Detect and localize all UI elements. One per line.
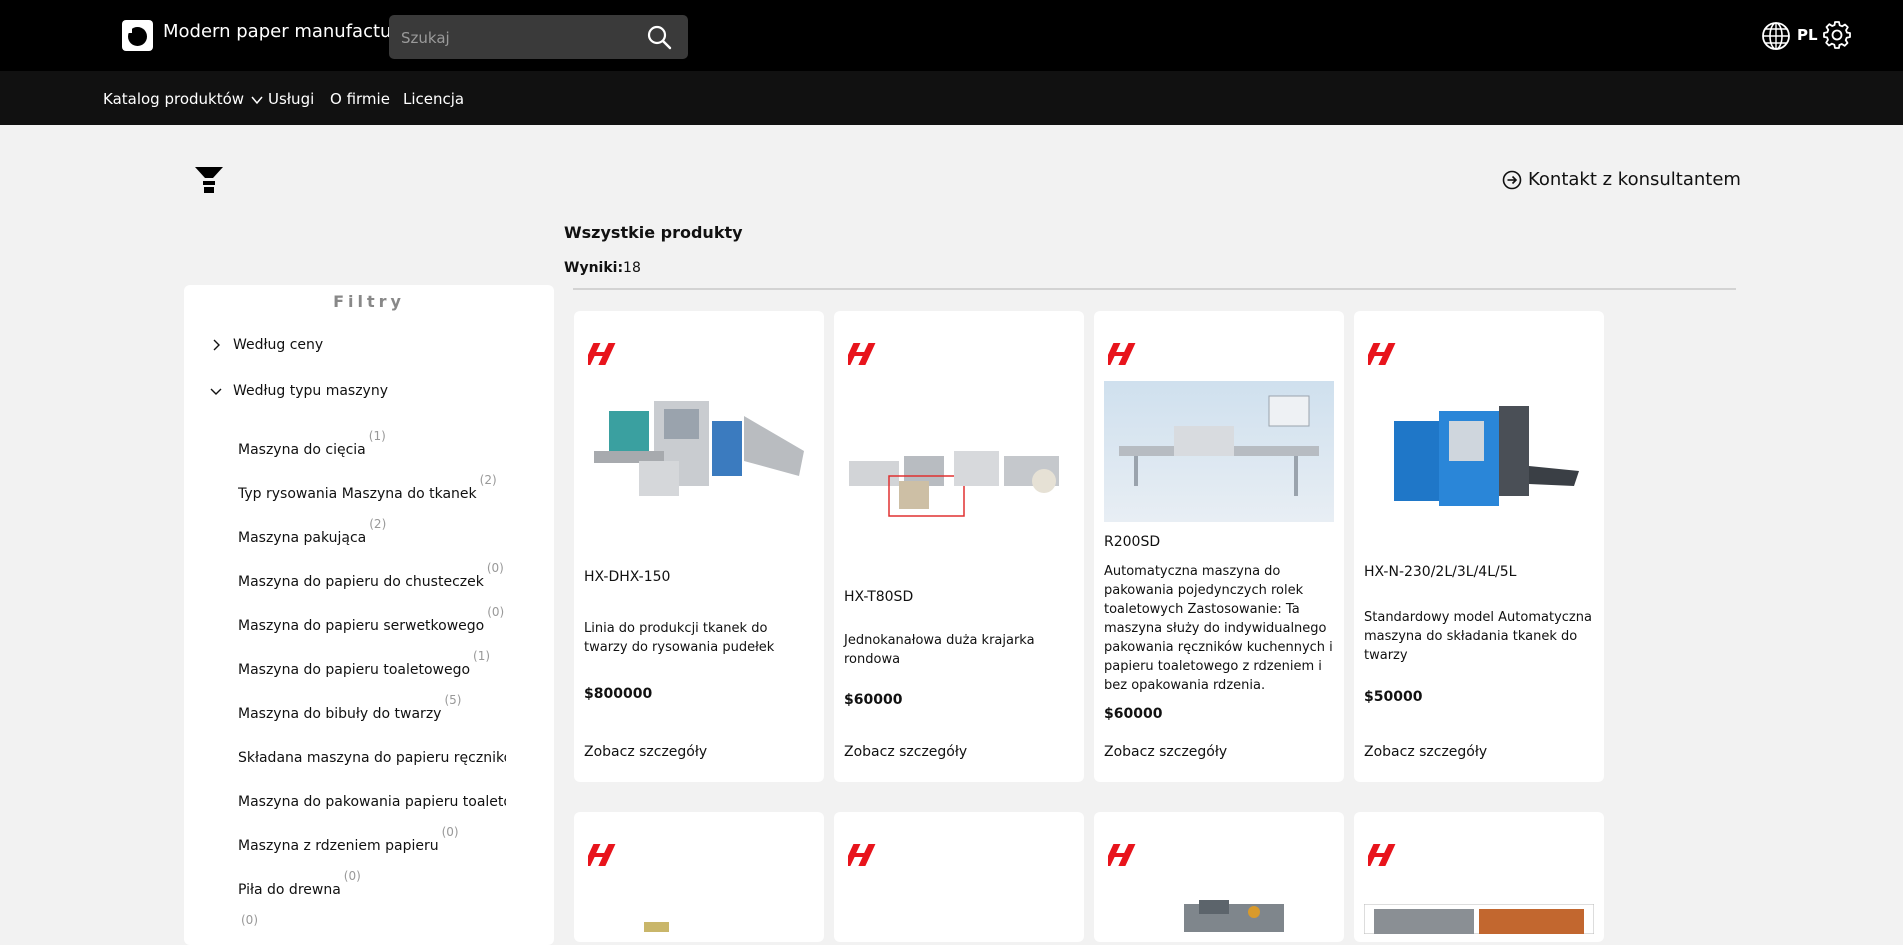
product-price: $60000 — [844, 692, 903, 708]
product-image — [584, 381, 814, 511]
filter-option[interactable]: Piła do drewna(0) — [238, 869, 361, 898]
brand-name[interactable]: Modern paper manufacture — [163, 21, 410, 42]
filter-funnel-icon[interactable] — [194, 166, 224, 194]
product-card[interactable] — [1354, 812, 1604, 942]
filter-group-machine-type[interactable]: Według typu maszyny — [209, 383, 388, 399]
product-description: Automatyczna maszyna do pakowania pojedy… — [1104, 564, 1333, 693]
product-description: Linia do produkcji tkanek do twarzy do r… — [584, 621, 775, 655]
filter-option[interactable]: Maszyna do cięcia(1) — [238, 429, 386, 458]
globe-icon[interactable] — [1760, 20, 1792, 52]
brand-mark-icon — [1368, 844, 1396, 866]
product-price: $800000 — [584, 686, 653, 702]
product-image — [1104, 381, 1334, 522]
search-icon[interactable] — [646, 24, 672, 50]
view-details-link[interactable]: Zobacz szczegóły — [584, 744, 707, 760]
nav-item-catalog[interactable]: Katalog produktów — [103, 90, 263, 108]
product-card[interactable]: HX-T80SD Jednokanałowa duża krajarka ron… — [834, 311, 1084, 782]
language-code[interactable]: PL — [1797, 26, 1818, 44]
gear-icon[interactable] — [1822, 20, 1852, 50]
chevron-right-icon — [213, 339, 220, 351]
filter-option[interactable]: Maszyna do papieru toaletowego(1) — [238, 649, 490, 678]
product-image — [844, 431, 1074, 531]
filters-title: Filtry — [333, 292, 405, 311]
product-card[interactable] — [1094, 812, 1344, 942]
brand-mark-icon — [1108, 343, 1136, 365]
chevron-down-icon — [251, 96, 263, 104]
brand-mark-icon — [588, 343, 616, 365]
product-description: Standardowy model Automatyczna maszyna d… — [1364, 610, 1592, 663]
product-card[interactable]: HX-N-230/2L/3L/4L/5L Standardowy model A… — [1354, 311, 1604, 782]
filter-option[interactable]: Maszyna pakująca(2) — [238, 517, 386, 546]
product-card[interactable] — [834, 812, 1084, 942]
product-card[interactable]: HX-DHX-150 Linia do produkcji tkanek do … — [574, 311, 824, 782]
top-bar: Modern paper manufacture PL — [0, 0, 1903, 71]
nav-item-license[interactable]: Licencja — [403, 90, 464, 108]
main-nav: Katalog produktów Usługi O firmie Licenc… — [0, 71, 1903, 125]
arrow-circle-icon — [1502, 170, 1522, 189]
filter-option[interactable]: Maszyna z rdzeniem papieru(0) — [238, 825, 459, 854]
contact-label: Kontakt z konsultantem — [1528, 169, 1741, 190]
product-card[interactable] — [574, 812, 824, 942]
brand-mark-icon — [1108, 844, 1136, 866]
brand-mark-icon — [588, 844, 616, 866]
filter-option[interactable]: Składana maszyna do papieru ręcznikowego — [238, 750, 509, 766]
search-input[interactable] — [399, 23, 633, 53]
product-name[interactable]: HX-T80SD — [844, 589, 913, 605]
filter-group-price[interactable]: Według ceny — [209, 337, 323, 353]
results-value: 18 — [623, 260, 641, 276]
logo-icon[interactable] — [122, 20, 153, 51]
product-name[interactable]: HX-DHX-150 — [584, 569, 670, 585]
search-box — [389, 15, 688, 59]
nav-item-services[interactable]: Usługi — [268, 90, 314, 108]
filter-option[interactable]: Maszyna do papieru do chusteczek(0) — [238, 561, 504, 590]
view-details-link[interactable]: Zobacz szczegóły — [1364, 744, 1487, 760]
page-title: Wszystkie produkty — [564, 223, 743, 242]
filter-option[interactable]: Maszyna do bibuły do twarzy(5) — [238, 693, 461, 722]
view-details-link[interactable]: Zobacz szczegóły — [1104, 744, 1227, 760]
brand-mark-icon — [1368, 343, 1396, 365]
product-card[interactable]: R200SD Automatyczna maszyna do pakowania… — [1094, 311, 1344, 782]
divider — [573, 288, 1736, 290]
filter-option[interactable]: Typ rysowania Maszyna do tkanek(2) — [238, 473, 497, 502]
product-image — [1184, 900, 1284, 932]
brand-mark-icon — [848, 343, 876, 365]
product-image — [1364, 904, 1594, 934]
results-count: Wyniki:18 — [564, 260, 641, 276]
filter-option[interactable]: Maszyna do pakowania papieru toaletowego — [238, 794, 509, 810]
filters-panel: Filtry Według ceny Według typu maszyny M… — [184, 285, 554, 945]
brand-mark-icon — [848, 844, 876, 866]
results-label: Wyniki: — [564, 260, 624, 276]
filter-option[interactable]: Maszyna do papieru serwetkowego(0) — [238, 605, 504, 634]
nav-item-about[interactable]: O firmie — [330, 90, 390, 108]
contact-consultant-link[interactable]: Kontakt z konsultantem — [1502, 169, 1741, 190]
product-description: Jednokanałowa duża krajarka rondowa — [844, 633, 1035, 667]
chevron-down-icon — [210, 388, 222, 395]
filter-option[interactable]: (0) — [238, 913, 258, 942]
product-image — [1364, 396, 1594, 526]
product-price: $60000 — [1104, 706, 1163, 722]
product-name[interactable]: R200SD — [1104, 534, 1160, 550]
product-name[interactable]: HX-N-230/2L/3L/4L/5L — [1364, 564, 1516, 580]
product-price: $50000 — [1364, 689, 1423, 705]
view-details-link[interactable]: Zobacz szczegóły — [844, 744, 967, 760]
product-image — [644, 922, 669, 932]
